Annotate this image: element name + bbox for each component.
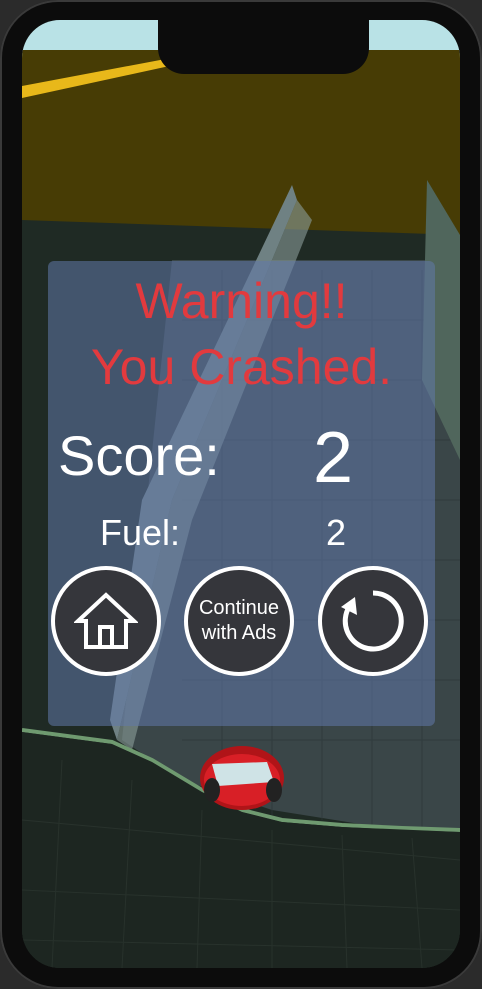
restart-icon (337, 585, 409, 657)
continue-label-line2: with Ads (201, 622, 277, 644)
crash-message: You Crashed. (90, 339, 393, 395)
continue-with-ads-label: Continue with Ads (188, 596, 290, 646)
score-label: Score: (58, 424, 220, 487)
continue-with-ads-button[interactable]: Continue with Ads (184, 566, 294, 676)
warning-title: Warning!! (135, 273, 348, 329)
fuel-label: Fuel: (100, 512, 181, 553)
score-value: 2 (312, 418, 354, 498)
player-car (200, 746, 284, 810)
home-button[interactable] (51, 566, 161, 676)
home-icon (74, 589, 138, 653)
fuel-value: 2 (325, 512, 347, 553)
game-over-panel: Warning!! You Crashed. Score: 2 Fuel: 2 … (48, 261, 435, 726)
game-screen: Warning!! You Crashed. Score: 2 Fuel: 2 … (0, 0, 482, 989)
restart-button[interactable] (318, 566, 428, 676)
continue-label-line1: Continue (198, 597, 280, 619)
phone-notch (158, 20, 369, 74)
